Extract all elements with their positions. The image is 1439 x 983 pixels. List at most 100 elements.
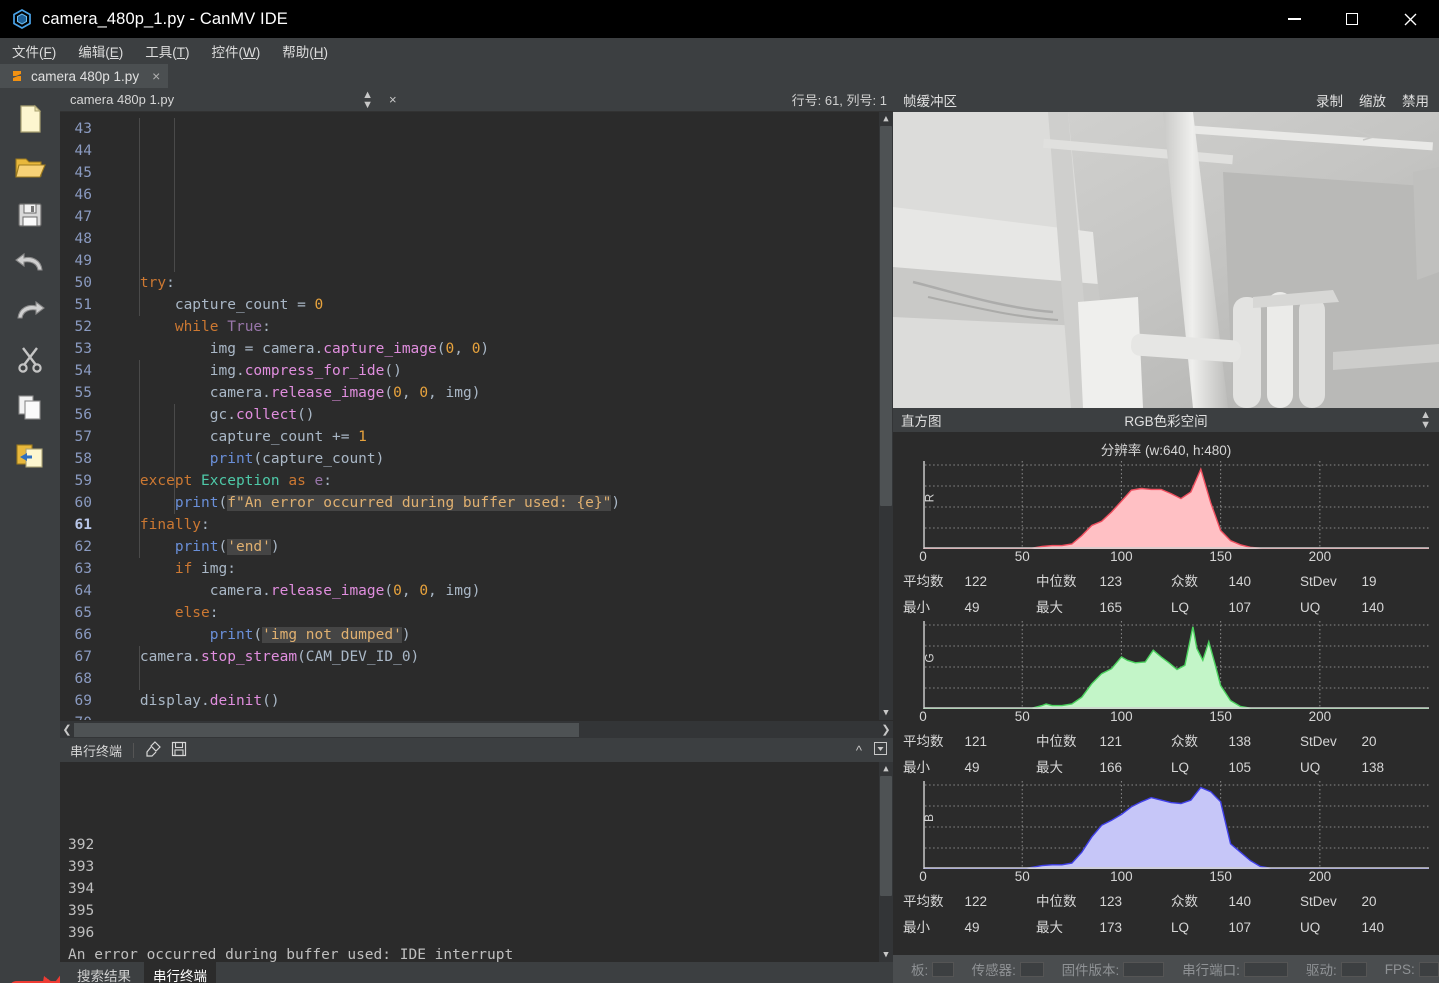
scroll-up-icon[interactable]: ▲ [879, 112, 893, 126]
cut-button[interactable] [10, 340, 50, 378]
editor-header: camera 480p 1.py ▲▼ × 行号: 61, 列号: 1 [60, 88, 893, 112]
code-line[interactable]: else: [105, 602, 893, 624]
framebuffer-action-2[interactable]: 禁用 [1402, 90, 1429, 110]
code-line[interactable]: if img: [105, 558, 893, 580]
code-line[interactable]: print('img not dumped') [105, 624, 893, 646]
undo-button[interactable] [10, 244, 50, 282]
code-area[interactable]: 4344454647484950515253545556575859606162… [60, 112, 893, 720]
status-item-1: 传感器: [972, 959, 1016, 979]
code-lines[interactable]: try: capture_count = 0 while True: img =… [97, 112, 893, 720]
x-tick-label: 200 [1309, 549, 1332, 564]
right-column: 帧缓冲区 录制缩放禁用 [893, 88, 1439, 983]
file-tab[interactable]: camera 480p 1.py × [0, 64, 168, 88]
code-line[interactable]: print('end') [105, 536, 893, 558]
chevron-up-icon[interactable]: ^ [856, 743, 862, 758]
status-item-4: 驱动: [1306, 959, 1337, 979]
code-line[interactable]: img = camera.capture_image(0, 0) [105, 338, 893, 360]
stats-row-secondary-G: 最小49最大166LQ105UQ138 [899, 755, 1433, 781]
menu-item-3[interactable]: 控件(W) [212, 41, 261, 61]
stat-value: 140 [1362, 595, 1433, 621]
code-line[interactable]: print(f"An error occurred during buffer … [105, 492, 893, 514]
scroll-down-icon[interactable]: ▼ [879, 706, 893, 720]
stat-label: LQ [1171, 755, 1229, 781]
maximize-panel-icon[interactable] [874, 742, 887, 758]
terminal-scroll-up-icon[interactable]: ▲ [879, 762, 893, 776]
framebuffer-action-0[interactable]: 录制 [1316, 90, 1343, 110]
terminal-output[interactable]: ▲ ▼ 392393394395396An error occurred dur… [60, 762, 893, 962]
x-tick-label: 100 [1110, 709, 1133, 724]
editor-vertical-scrollbar[interactable]: ▲ ▼ [879, 112, 893, 720]
code-line[interactable]: camera.stop_stream(CAM_DEV_ID_0) [105, 646, 893, 668]
y-axis-label-B: B [922, 814, 936, 822]
code-line[interactable]: while True: [105, 316, 893, 338]
code-line[interactable] [105, 712, 893, 720]
title-bar: camera_480p_1.py - CanMV IDE [0, 0, 1439, 38]
code-line[interactable]: capture_count = 0 [105, 294, 893, 316]
scroll-right-icon[interactable]: ❯ [879, 721, 893, 739]
minimize-button[interactable] [1265, 0, 1323, 38]
new-file-button[interactable] [10, 100, 50, 138]
clear-broom-icon[interactable] [145, 741, 162, 760]
terminal-scroll-down-icon[interactable]: ▼ [879, 948, 893, 962]
stats-row-primary-G: 平均数121中位数121众数138StDev20 [899, 729, 1433, 755]
menu-item-4[interactable]: 帮助(H) [282, 41, 328, 61]
file-tab-close-icon[interactable]: × [152, 68, 160, 84]
terminal-save-icon[interactable] [171, 741, 187, 760]
code-line[interactable]: try: [105, 272, 893, 294]
terminal-line: 395 [68, 900, 893, 922]
minimize-icon [1288, 18, 1301, 20]
code-line[interactable]: print(capture_count) [105, 448, 893, 470]
framebuffer-image[interactable] [893, 112, 1439, 408]
terminal-header: 串行终端 ^ [60, 738, 893, 762]
stat-label: LQ [1171, 915, 1229, 941]
y-axis-label-R: R [922, 494, 936, 503]
code-line[interactable]: camera.release_image(0, 0, img) [105, 382, 893, 404]
copy-button[interactable] [10, 388, 50, 426]
colorspace-selector-spinner-icon[interactable]: ▲▼ [1420, 410, 1431, 430]
stat-value: 121 [1100, 729, 1171, 755]
framebuffer-action-1[interactable]: 缩放 [1359, 90, 1386, 110]
histogram-channel-B: B050100150200平均数122中位数123众数140StDev20最小4… [893, 781, 1439, 941]
editor-hscroll-thumb[interactable] [74, 723, 579, 737]
menu-item-0[interactable]: 文件(F) [12, 41, 56, 61]
editor-horizontal-scrollbar[interactable]: ❮ ❯ [60, 720, 893, 738]
x-tick-label: 50 [1015, 549, 1030, 564]
terminal-line: 392 [68, 834, 893, 856]
maximize-button[interactable] [1323, 0, 1381, 38]
terminal-scroll-thumb[interactable] [880, 776, 892, 896]
paste-button[interactable] [10, 436, 50, 474]
editor-scroll-thumb[interactable] [880, 126, 892, 506]
x-tick-label: 50 [1015, 869, 1030, 884]
line-number: 44 [60, 140, 97, 162]
line-number: 63 [60, 558, 97, 580]
terminal-tab-1[interactable]: 串行终端 [144, 962, 216, 983]
framebuffer-header: 帧缓冲区 录制缩放禁用 [893, 88, 1439, 112]
redo-button[interactable] [10, 292, 50, 330]
line-number: 52 [60, 316, 97, 338]
terminal-tab-0[interactable]: 搜索结果 [68, 962, 140, 983]
code-line[interactable]: gc.collect() [105, 404, 893, 426]
menu-item-1[interactable]: 编辑(E) [78, 41, 123, 61]
menu-item-2[interactable]: 工具(T) [145, 41, 189, 61]
code-line[interactable] [105, 668, 893, 690]
stats-row-primary-R: 平均数122中位数123众数140StDev19 [899, 569, 1433, 595]
scroll-left-icon[interactable]: ❮ [60, 721, 74, 739]
editor-close-icon[interactable]: × [389, 92, 397, 107]
menu-bar: 文件(F) 编辑(E) 工具(T) 控件(W) 帮助(H) [0, 38, 1439, 64]
save-file-button[interactable] [10, 196, 50, 234]
histogram-channel-G: G050100150200平均数121中位数121众数138StDev20最小4… [893, 621, 1439, 781]
code-line[interactable]: img.compress_for_ide() [105, 360, 893, 382]
editor-splitter-spinner-icon[interactable]: ▲▼ [362, 90, 373, 110]
code-line[interactable]: finally: [105, 514, 893, 536]
close-button[interactable] [1381, 0, 1439, 38]
status-field-3 [1244, 962, 1288, 977]
status-field-5 [1419, 962, 1439, 977]
code-line[interactable]: except Exception as e: [105, 470, 893, 492]
status-item-0: 板: [911, 959, 928, 979]
code-line[interactable]: capture_count += 1 [105, 426, 893, 448]
open-file-button[interactable] [10, 148, 50, 186]
code-line[interactable]: camera.release_image(0, 0, img) [105, 580, 893, 602]
stat-label: StDev [1300, 889, 1362, 915]
code-line[interactable]: display.deinit() [105, 690, 893, 712]
terminal-vertical-scrollbar[interactable]: ▲ ▼ [879, 762, 893, 962]
